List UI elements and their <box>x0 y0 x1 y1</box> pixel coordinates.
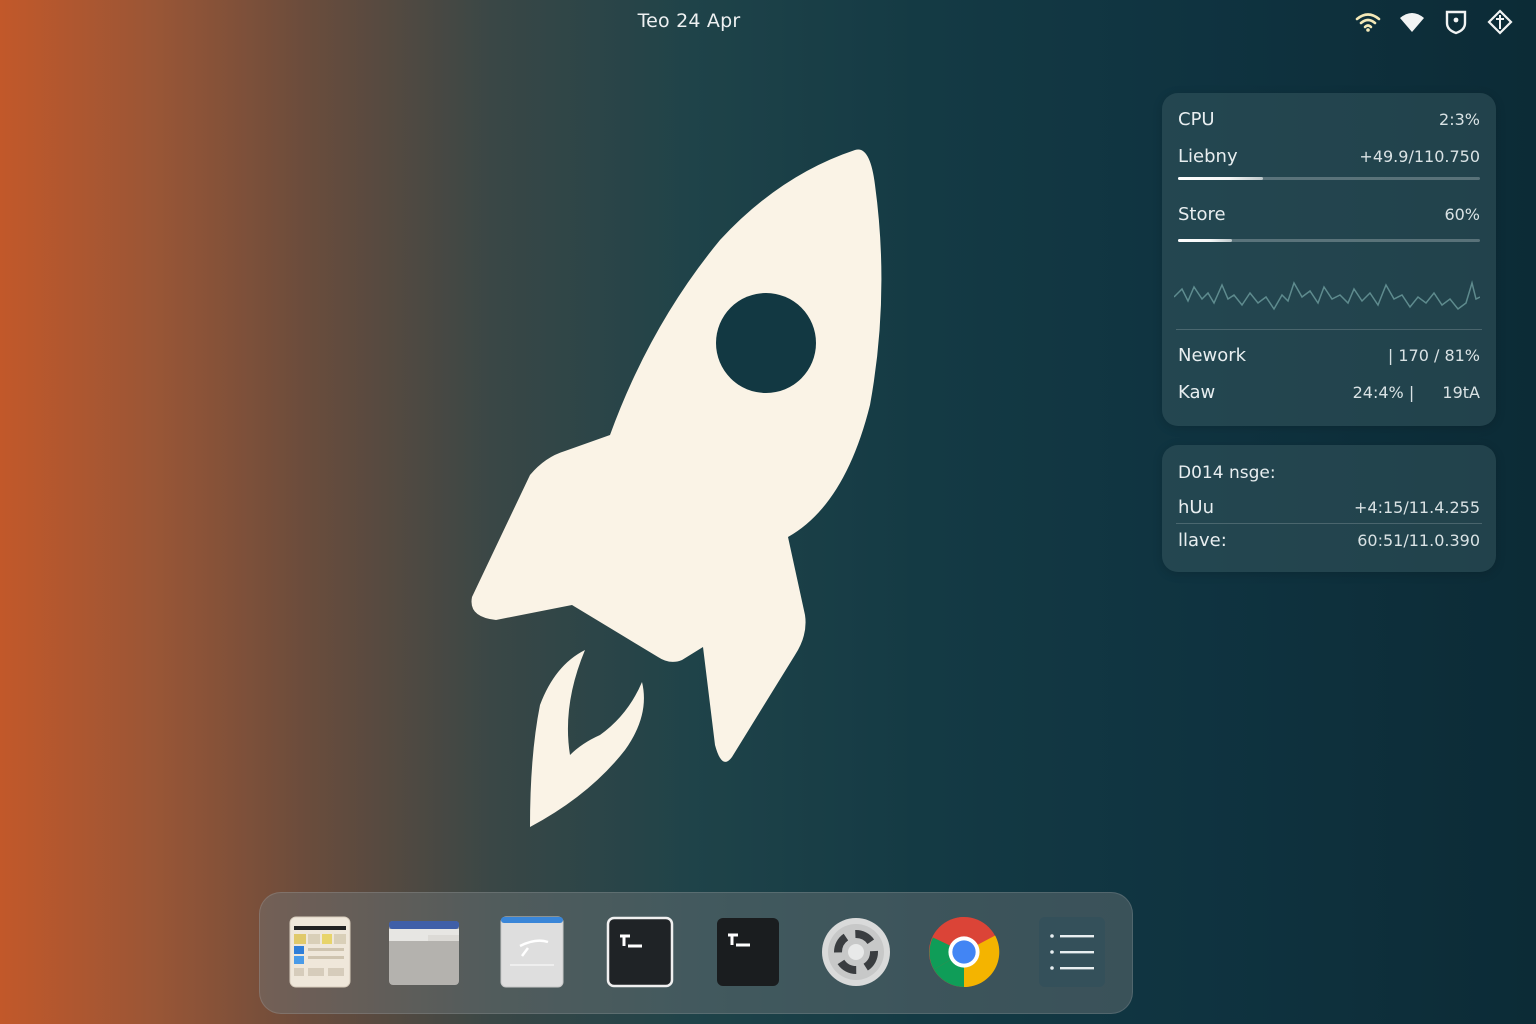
clock-date[interactable]: Teo 24 Apr <box>0 10 1378 32</box>
disk-usage-widget: D014 nsge: hUu +4:15∕11.4.255 llave: 60:… <box>1162 445 1496 572</box>
text-editor-app-icon[interactable] <box>496 915 568 989</box>
settings-app-icon[interactable] <box>820 915 892 989</box>
store-value: 60% <box>1444 205 1480 224</box>
library-progress-fill <box>1178 177 1263 180</box>
kaw-values: 24:4% | 19tA <box>1353 383 1480 402</box>
wifi-strong-icon[interactable] <box>1398 8 1426 36</box>
disk-row-2: llave: 60:51∕11.0.390 <box>1178 530 1480 551</box>
library-row: Liebny +49.9∕110.750 <box>1178 146 1480 167</box>
library-progress-bar <box>1178 177 1480 180</box>
kaw-label: Kaw <box>1178 382 1216 403</box>
spreadsheet-app-icon[interactable] <box>284 915 356 989</box>
kaw-value-b: 19tA <box>1442 383 1480 402</box>
store-progress-bar <box>1178 239 1480 242</box>
library-value: +49.9∕110.750 <box>1359 147 1480 166</box>
kaw-value-a: 24:4% | <box>1352 383 1415 402</box>
disk-row-1: hUu +4:15∕11.4.255 <box>1178 497 1480 518</box>
wifi-icon[interactable] <box>1354 8 1382 36</box>
store-progress-fill <box>1178 239 1233 242</box>
rocket-icon <box>471 149 882 827</box>
disk-row-2-value: 60:51∕11.0.390 <box>1357 531 1480 550</box>
library-label: Liebny <box>1178 146 1238 167</box>
dock <box>259 892 1133 1014</box>
cpu-value: 2:3% <box>1439 110 1480 129</box>
network-value: | 170 ∕ 81% <box>1387 346 1480 365</box>
network-row: Nework | 170 ∕ 81% <box>1178 345 1480 366</box>
store-row: Store 60% <box>1178 204 1480 225</box>
system-monitor-widget: CPU 2:3% Liebny +49.9∕110.750 Store 60% … <box>1162 93 1496 426</box>
shield-icon[interactable] <box>1442 8 1470 36</box>
kaw-row: Kaw 24:4% | 19tA <box>1178 382 1480 403</box>
store-label: Store <box>1178 204 1226 225</box>
disk-row-1-value: +4:15∕11.4.255 <box>1354 498 1480 517</box>
cpu-label: CPU <box>1178 109 1215 130</box>
app-list-icon[interactable] <box>1036 915 1108 989</box>
terminal-dark-app-icon[interactable] <box>712 915 784 989</box>
disk-row-2-label: llave: <box>1178 530 1227 551</box>
folder-app-icon[interactable] <box>388 915 460 989</box>
network-diamond-icon[interactable] <box>1486 8 1514 36</box>
activity-sparkline <box>1174 280 1480 311</box>
disk-row-1-label: hUu <box>1178 497 1214 518</box>
disk-widget-title: D014 nsge: <box>1178 463 1276 483</box>
chrome-app-icon[interactable] <box>928 915 1000 989</box>
cpu-row: CPU 2:3% <box>1178 109 1480 130</box>
desktop: Teo 24 Apr CPU 2:3% Liebny +49.9∕110.750… <box>0 0 1536 1024</box>
disk-divider <box>1176 523 1482 524</box>
terminal-app-icon[interactable] <box>604 915 676 989</box>
system-tray <box>1354 8 1514 36</box>
monitor-divider <box>1176 329 1482 330</box>
network-label: Nework <box>1178 345 1247 366</box>
